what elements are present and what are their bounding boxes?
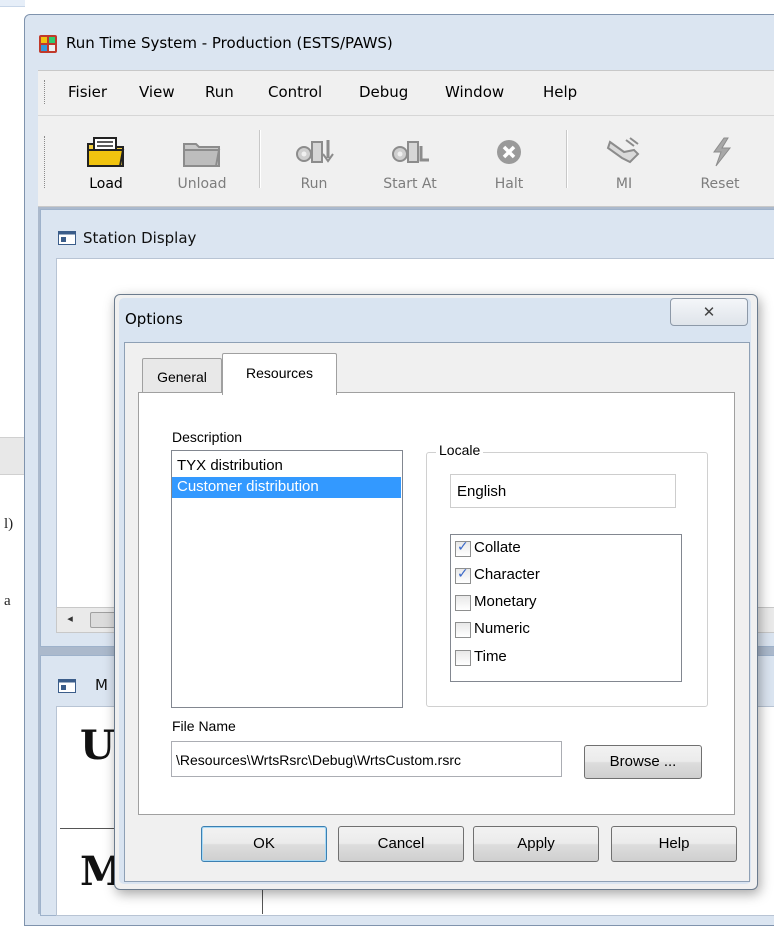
run-gears-icon — [292, 136, 336, 172]
close-button[interactable]: ✕ — [670, 298, 748, 326]
checkbox-label: Collate — [474, 539, 521, 556]
scroll-left-arrow-icon[interactable]: ◂ — [60, 611, 80, 627]
unload-folder-icon — [180, 136, 224, 172]
load-button[interactable]: Load — [70, 126, 142, 192]
toolbar-separator — [259, 130, 261, 188]
checkbox-unchecked-icon[interactable] — [455, 650, 471, 666]
menu-help[interactable]: Help — [543, 83, 577, 101]
help-button[interactable]: Help — [611, 826, 737, 862]
tab-resources[interactable]: Resources — [222, 353, 337, 395]
locale-field[interactable]: English — [450, 474, 676, 508]
unload-button[interactable]: Unload — [166, 126, 238, 192]
menu-run[interactable]: Run — [205, 83, 234, 101]
load-label: Load — [89, 176, 123, 192]
checkbox-label: Time — [474, 648, 507, 665]
window-icon — [58, 231, 76, 245]
cancel-button[interactable]: Cancel — [338, 826, 464, 862]
description-label: Description — [172, 429, 243, 445]
halt-x-icon — [493, 136, 525, 172]
reset-label: Reset — [700, 176, 740, 192]
station-display-title: Station Display — [83, 229, 197, 247]
run-button[interactable]: Run — [278, 126, 350, 192]
file-name-field[interactable]: \Resources\WrtsRsrc\Debug\WrtsCustom.rsr… — [171, 741, 562, 777]
menu-window[interactable]: Window — [445, 83, 504, 101]
mi-hand-icon — [604, 136, 644, 172]
apply-button[interactable]: Apply — [473, 826, 599, 862]
checkbox-label: Character — [474, 566, 540, 583]
locale-label: Locale — [436, 442, 484, 458]
mi-label: MI — [615, 176, 633, 192]
background-window-text: l) — [4, 516, 14, 532]
background-window-bar — [0, 437, 25, 475]
load-folder-icon — [84, 136, 128, 172]
checkbox-unchecked-icon[interactable] — [455, 595, 471, 611]
start-at-label: Start At — [383, 176, 437, 192]
browse-button[interactable]: Browse ... — [584, 745, 702, 779]
run-label: Run — [300, 176, 328, 192]
checkbox-checked-icon[interactable] — [455, 566, 471, 584]
unload-label: Unload — [177, 176, 227, 192]
list-item[interactable]: TYX distribution — [172, 456, 401, 477]
menubar-grip[interactable] — [44, 80, 48, 104]
measurement-text: U — [80, 722, 115, 769]
app-icon[interactable] — [38, 34, 58, 54]
toolbar-grip[interactable] — [44, 136, 48, 188]
halt-button[interactable]: Halt — [473, 126, 545, 192]
reset-lightning-icon — [704, 136, 736, 172]
checkbox-unchecked-icon[interactable] — [455, 622, 471, 638]
close-icon: ✕ — [702, 303, 716, 321]
measurement-window-title: M — [95, 676, 108, 694]
checkbox-label: Numeric — [474, 620, 530, 637]
background-window-text: a — [4, 593, 11, 609]
halt-label: Halt — [494, 176, 524, 192]
window-icon — [58, 679, 76, 693]
start-at-button[interactable]: Start At — [374, 126, 446, 192]
ok-button[interactable]: OK — [201, 826, 327, 862]
reset-button[interactable]: Reset — [684, 126, 756, 192]
list-item-selected[interactable]: Customer distribution — [172, 477, 401, 498]
dialog-title: Options — [125, 310, 183, 328]
background-window-titlebar — [0, 0, 25, 7]
checkbox-checked-icon[interactable] — [455, 539, 471, 557]
checkbox-label: Monetary — [474, 593, 537, 610]
menu-fisier[interactable]: Fisier — [68, 83, 107, 101]
window-title: Run Time System - Production (ESTS/PAWS) — [66, 34, 393, 52]
start-at-gears-icon — [388, 136, 432, 172]
menu-debug[interactable]: Debug — [359, 83, 408, 101]
mi-button[interactable]: MI — [588, 126, 660, 192]
toolbar-separator — [566, 130, 568, 188]
tab-general[interactable]: General — [142, 358, 222, 395]
file-name-label: File Name — [172, 718, 236, 734]
menu-control[interactable]: Control — [268, 83, 322, 101]
menu-view[interactable]: View — [139, 83, 175, 101]
